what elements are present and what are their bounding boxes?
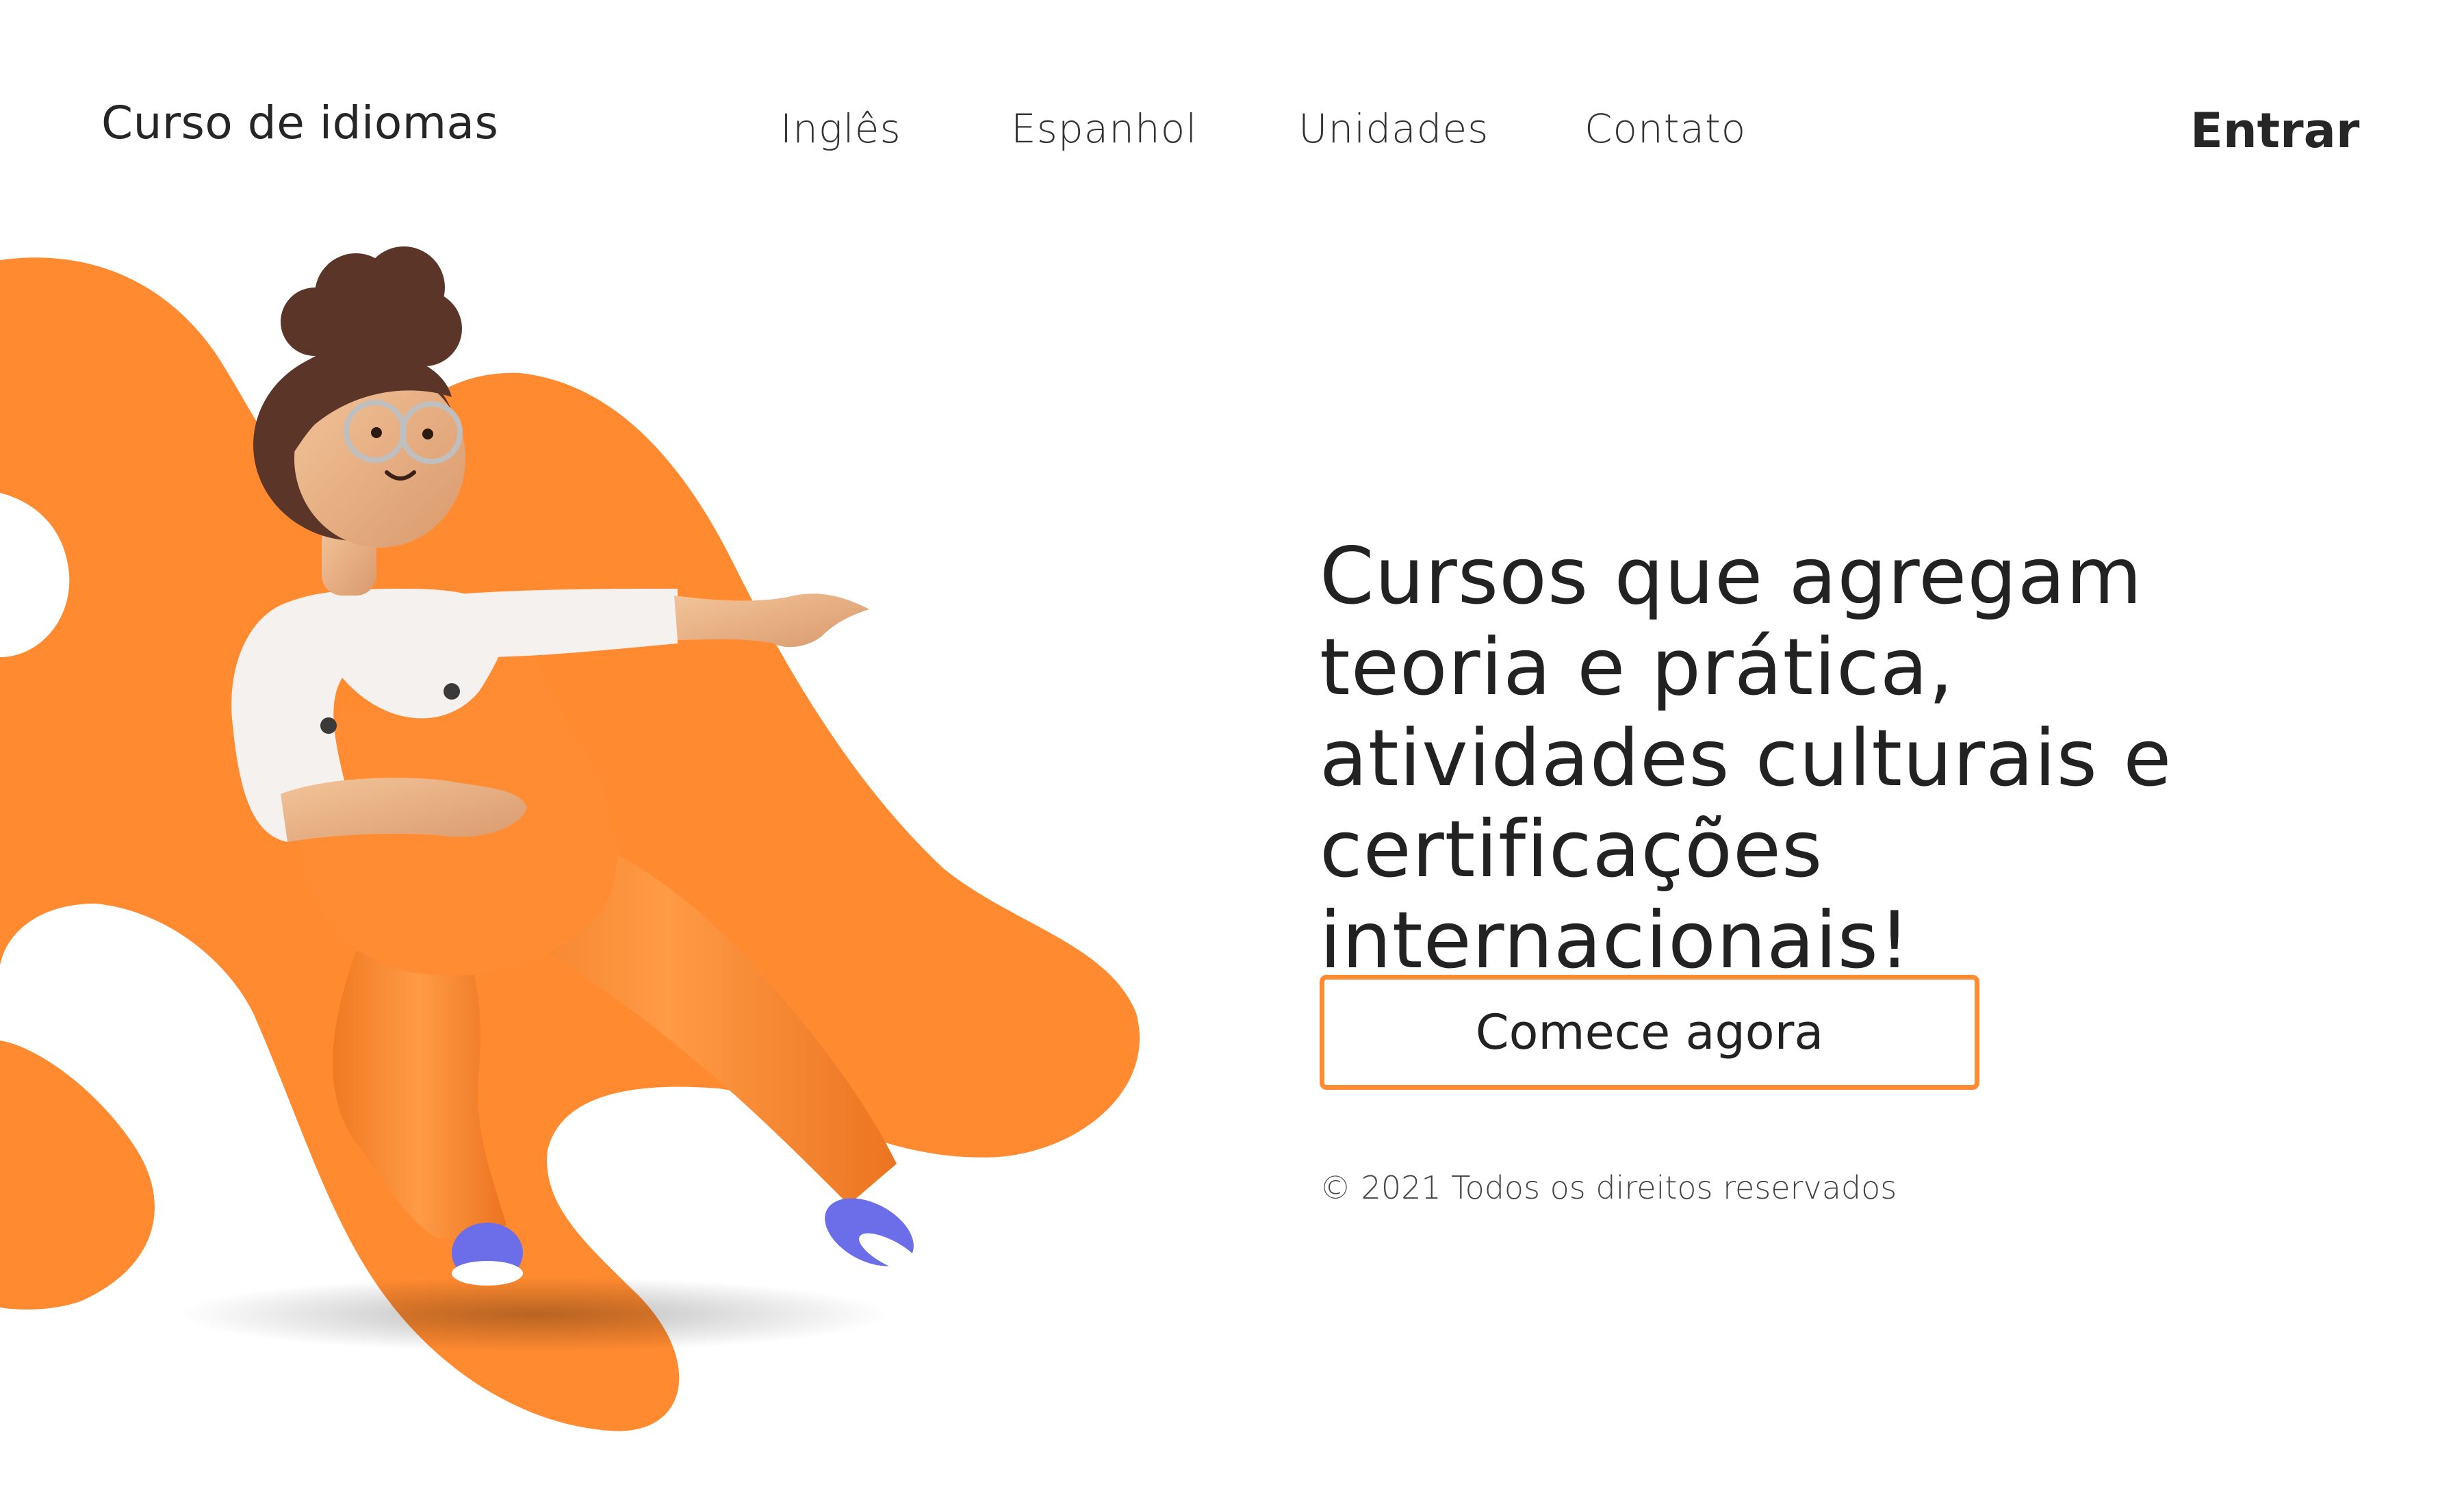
hero-headline: Cursos que agregam teoria e prática, ati… [1320,531,2172,986]
overall-button-left [320,717,337,734]
start-now-button[interactable]: Comece agora [1320,975,1979,1090]
overall-button-right [444,683,460,700]
nav-link-contato[interactable]: Contato [1584,104,1746,153]
top-header: Curso de idiomas Inglês Espanhol Unidade… [0,0,2464,219]
character-right-shoe [825,1198,921,1273]
copyright-text: © 2021 Todos os direitos reservados [1320,1169,1897,1206]
brand-logo-text[interactable]: Curso de idiomas [101,96,498,151]
nav-link-espanhol[interactable]: Espanhol [1011,104,1197,153]
character-shadow [178,1277,890,1352]
character-eye-right [422,429,433,439]
login-link[interactable]: Entrar [2190,103,2359,159]
character-pointing-arm [674,594,869,648]
hero-illustration [0,246,1140,1431]
nav-link-ingles[interactable]: Inglês [780,104,901,153]
character-eye-left [371,427,382,438]
character-left-shoe [452,1223,523,1286]
nav-link-unidades[interactable]: Unidades [1298,104,1489,153]
